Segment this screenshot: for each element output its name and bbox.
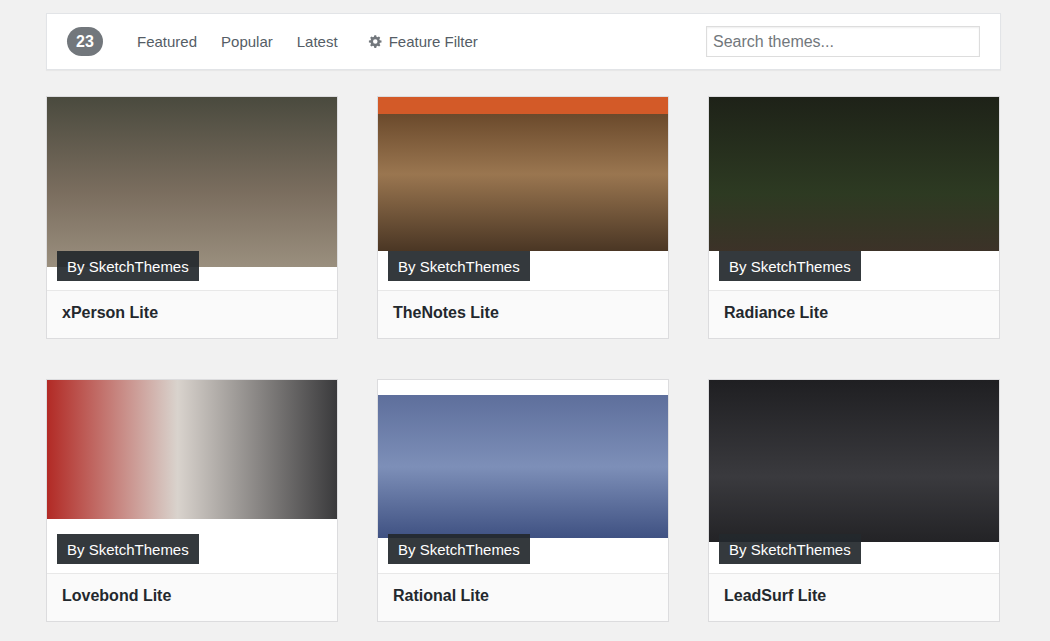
gear-icon [368,34,383,49]
theme-author-label: By SketchThemes [719,534,861,564]
theme-card[interactable]: By SketchThemes Rational Lite [377,379,669,622]
theme-author-label: By SketchThemes [57,251,199,281]
filter-bar: 23 Featured Popular Latest Feature Filter [46,13,1001,70]
theme-author-label: By SketchThemes [57,534,199,564]
theme-grid: By SketchThemesxPerson LiteBy SketchThem… [46,96,1001,622]
theme-card[interactable]: By SketchThemes TheNotes Lite [377,96,669,339]
search-themes-input[interactable] [706,26,980,57]
theme-author-label: By SketchThemes [388,251,530,281]
theme-author-label: By SketchThemes [388,534,530,564]
theme-name[interactable]: Rational Lite [378,573,668,621]
theme-screenshot[interactable]: By SketchThemes [378,97,668,290]
theme-card[interactable]: By SketchThemes xPerson Lite [46,96,338,339]
theme-screenshot[interactable]: By SketchThemes [378,380,668,573]
feature-filter-link[interactable]: Feature Filter [368,33,478,50]
theme-name[interactable]: LeadSurf Lite [709,573,999,621]
filter-tab[interactable]: Popular [221,27,273,56]
filter-tab[interactable]: Latest [297,27,338,56]
theme-card[interactable]: By SketchThemes LeadSurf Lite [708,379,1000,622]
filter-tabs: Featured Popular Latest [137,27,338,56]
theme-count-badge: 23 [67,27,103,56]
theme-author-label: By SketchThemes [719,251,861,281]
theme-screenshot[interactable]: By SketchThemes [47,380,337,573]
theme-card[interactable]: By SketchThemes Lovebond Lite [46,379,338,622]
theme-name[interactable]: Lovebond Lite [47,573,337,621]
theme-name[interactable]: TheNotes Lite [378,290,668,338]
theme-browser: 23 Featured Popular Latest Feature Filter By… [46,0,1001,622]
feature-filter-label[interactable]: Feature Filter [389,33,478,50]
theme-screenshot[interactable]: By SketchThemes [709,380,999,573]
filter-tab[interactable]: Featured [137,27,197,56]
theme-name[interactable]: xPerson Lite [47,290,337,338]
theme-screenshot[interactable]: By SketchThemes [709,97,999,290]
theme-card[interactable]: By SketchThemes Radiance Lite [708,96,1000,339]
theme-screenshot[interactable]: By SketchThemes [47,97,337,290]
theme-name[interactable]: Radiance Lite [709,290,999,338]
